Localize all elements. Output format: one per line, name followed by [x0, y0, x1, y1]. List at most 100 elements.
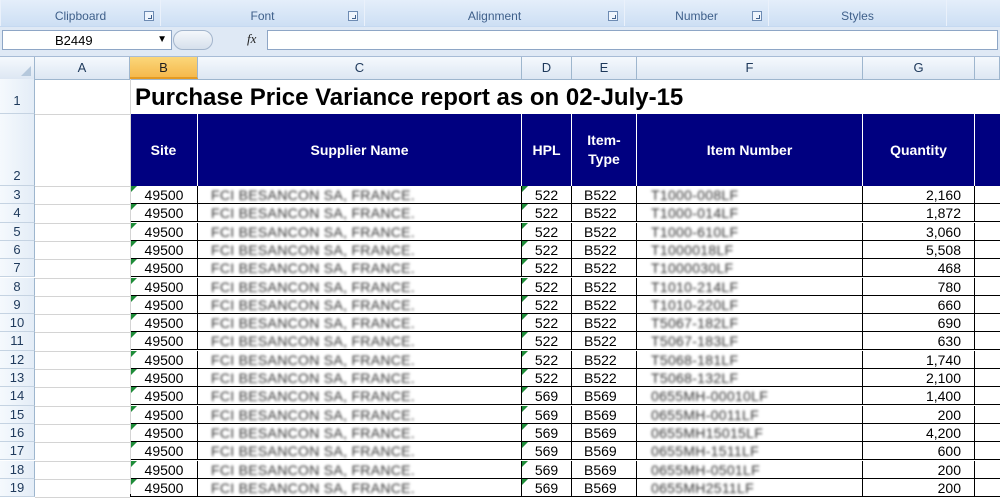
cell-quantity[interactable]: 690 [863, 314, 975, 333]
cell-item-number[interactable]: 0655MH2511LF [637, 478, 863, 497]
cell-hpl[interactable]: 522 [522, 332, 572, 351]
cell-empty[interactable] [975, 223, 1000, 241]
cell-site[interactable]: 49500 [130, 387, 198, 406]
row-header[interactable]: 12 [0, 350, 35, 369]
row-header[interactable]: 7 [0, 259, 35, 278]
chevron-down-icon[interactable]: ▼ [157, 34, 167, 45]
cell-empty[interactable] [975, 296, 1000, 314]
row-header[interactable]: 18 [0, 460, 35, 479]
report-title[interactable]: Purchase Price Variance report as on 02-… [135, 84, 683, 112]
cell-quantity[interactable]: 4,200 [863, 423, 975, 442]
cell-item-type[interactable]: B522 [572, 277, 637, 296]
cell-item-type[interactable]: B522 [572, 222, 637, 241]
cell-quantity[interactable]: 1,740 [863, 350, 975, 369]
cell-item-type[interactable]: B522 [572, 314, 637, 333]
cell-site[interactable]: 49500 [130, 332, 198, 351]
cell-item-type[interactable]: B569 [572, 405, 637, 424]
cell-quantity[interactable]: 2,100 [863, 369, 975, 387]
cell-hpl[interactable]: 522 [522, 240, 572, 259]
cell-item-number[interactable]: T1010-220LF [637, 295, 863, 314]
cell-supplier-name[interactable]: FCI BESANCON SA, FRANCE. [198, 314, 522, 333]
cell-supplier-name[interactable]: FCI BESANCON SA, FRANCE. [198, 277, 522, 296]
header-hpl[interactable]: HPL [522, 114, 572, 186]
row-header[interactable]: 9 [0, 295, 35, 315]
cell-quantity[interactable]: 1,872 [863, 204, 975, 223]
cell-hpl[interactable]: 522 [522, 259, 572, 278]
cell-item-number[interactable]: T1000018LF [637, 240, 863, 259]
row-header[interactable]: 1 [0, 79, 35, 114]
cell-quantity[interactable]: 1,400 [863, 387, 975, 406]
cell-quantity[interactable]: 468 [863, 259, 975, 278]
cell-site[interactable]: 49500 [130, 295, 198, 314]
cell-supplier-name[interactable]: FCI BESANCON SA, FRANCE. [198, 204, 522, 223]
cell-supplier-name[interactable]: FCI BESANCON SA, FRANCE. [198, 222, 522, 241]
cell-empty[interactable] [975, 204, 1000, 223]
row-header[interactable]: 14 [0, 387, 35, 406]
row-header[interactable]: 6 [0, 240, 35, 260]
cell-empty[interactable] [975, 442, 1000, 461]
cell-supplier-name[interactable]: FCI BESANCON SA, FRANCE. [198, 460, 522, 479]
row-header[interactable]: 2 [0, 114, 35, 186]
cell-site[interactable]: 49500 [130, 222, 198, 241]
cell-supplier-name[interactable]: FCI BESANCON SA, FRANCE. [198, 350, 522, 369]
column-header-h[interactable] [975, 57, 1000, 79]
cell-quantity[interactable]: 600 [863, 442, 975, 461]
cell-item-number[interactable]: 0655MH-1511LF [637, 442, 863, 461]
header-next-column[interactable] [975, 114, 1000, 186]
row-header[interactable]: 4 [0, 204, 35, 223]
cell-item-type[interactable]: B569 [572, 423, 637, 442]
header-site[interactable]: Site [130, 114, 198, 186]
cell-item-type[interactable]: B522 [572, 350, 637, 369]
cell-item-number[interactable]: T5068-132LF [637, 369, 863, 387]
cell-empty[interactable] [975, 369, 1000, 387]
cell-item-number[interactable]: T5068-181LF [637, 350, 863, 369]
cell-item-type[interactable]: B522 [572, 332, 637, 351]
cell-supplier-name[interactable]: FCI BESANCON SA, FRANCE. [198, 478, 522, 497]
cell-item-number[interactable]: 0655MH-0501LF [637, 460, 863, 479]
row-header[interactable]: 17 [0, 442, 35, 461]
cell-item-type[interactable]: B522 [572, 240, 637, 259]
column-header-e[interactable]: E [572, 57, 637, 79]
cell-site[interactable]: 49500 [130, 369, 198, 387]
cell-supplier-name[interactable]: FCI BESANCON SA, FRANCE. [198, 387, 522, 406]
cell-item-type[interactable]: B522 [572, 259, 637, 278]
cell-hpl[interactable]: 522 [522, 350, 572, 369]
column-header-g[interactable]: G [863, 57, 975, 79]
cell-item-type[interactable]: B522 [572, 186, 637, 204]
cell-item-type[interactable]: B522 [572, 369, 637, 387]
cell-supplier-name[interactable]: FCI BESANCON SA, FRANCE. [198, 332, 522, 351]
cell-supplier-name[interactable]: FCI BESANCON SA, FRANCE. [198, 186, 522, 204]
cell-item-number[interactable]: T1000-014LF [637, 204, 863, 223]
cell-hpl[interactable]: 569 [522, 387, 572, 406]
cell-quantity[interactable]: 200 [863, 405, 975, 424]
cell-hpl[interactable]: 569 [522, 478, 572, 497]
cell-item-number[interactable]: T1010-214LF [637, 277, 863, 296]
cell-site[interactable]: 49500 [130, 204, 198, 223]
cell-supplier-name[interactable]: FCI BESANCON SA, FRANCE. [198, 240, 522, 259]
row-header[interactable]: 13 [0, 369, 35, 388]
row-header[interactable]: 5 [0, 222, 35, 241]
cell-empty[interactable] [975, 259, 1000, 278]
cell-quantity[interactable]: 5,508 [863, 240, 975, 259]
insert-function-icon[interactable]: fx [247, 31, 256, 47]
formula-input[interactable] [267, 30, 998, 50]
formula-cancel-button[interactable] [173, 30, 213, 50]
cell-supplier-name[interactable]: FCI BESANCON SA, FRANCE. [198, 295, 522, 314]
worksheet-grid[interactable]: Purchase Price Variance report as on 02-… [35, 79, 1000, 498]
cell-hpl[interactable]: 569 [522, 460, 572, 479]
row-header[interactable]: 16 [0, 423, 35, 443]
row-header[interactable]: 19 [0, 478, 35, 498]
column-header-c[interactable]: C [198, 57, 522, 79]
cell-empty[interactable] [975, 278, 1000, 296]
cell-hpl[interactable]: 522 [522, 314, 572, 333]
dialog-launcher-icon[interactable] [348, 11, 358, 21]
row-header[interactable]: 15 [0, 405, 35, 424]
cell-supplier-name[interactable]: FCI BESANCON SA, FRANCE. [198, 405, 522, 424]
cell-quantity[interactable]: 630 [863, 332, 975, 351]
column-header-a[interactable]: A [35, 57, 130, 79]
cell-hpl[interactable]: 522 [522, 295, 572, 314]
cell-quantity[interactable]: 200 [863, 478, 975, 497]
column-header-f[interactable]: F [637, 57, 863, 79]
cell-site[interactable]: 49500 [130, 478, 198, 497]
cell-item-type[interactable]: B569 [572, 478, 637, 497]
